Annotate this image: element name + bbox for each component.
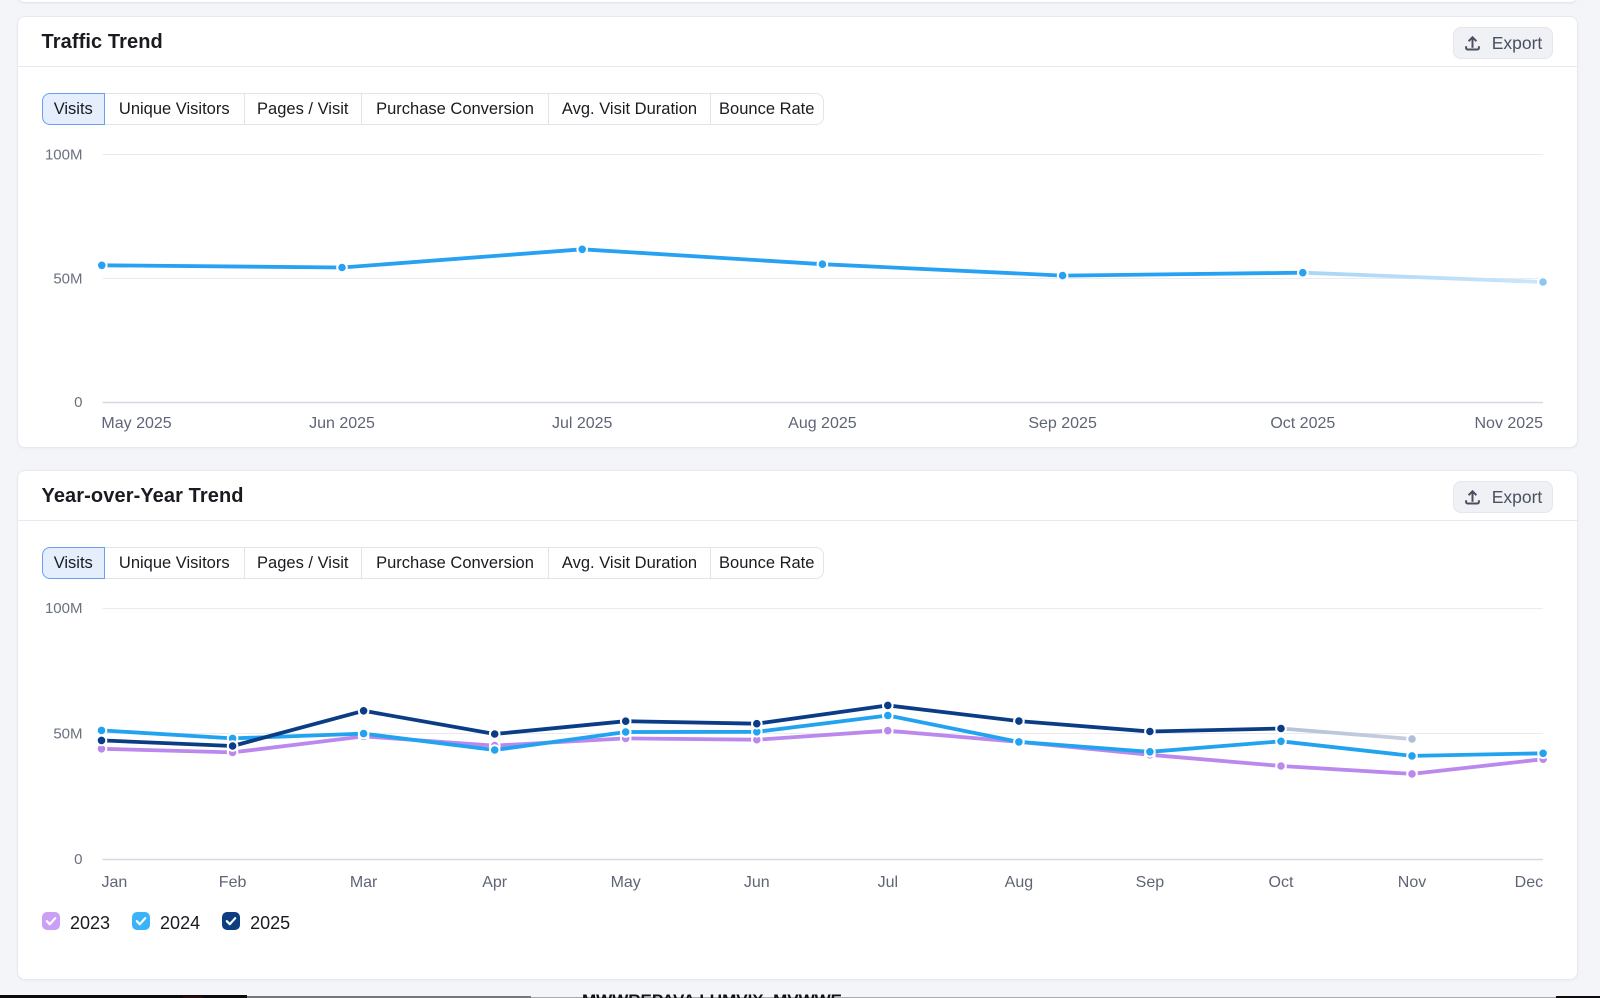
svg-text:Aug: Aug <box>1005 874 1033 891</box>
svg-text:Feb: Feb <box>219 874 247 891</box>
svg-text:Mar: Mar <box>350 874 378 891</box>
svg-text:100M: 100M <box>45 600 83 617</box>
svg-text:Apr: Apr <box>482 874 508 891</box>
svg-text:May: May <box>611 874 641 891</box>
svg-text:May 2025: May 2025 <box>101 415 171 432</box>
svg-text:100M: 100M <box>45 146 83 163</box>
svg-text:Dec: Dec <box>1515 874 1543 891</box>
svg-text:Jul 2025: Jul 2025 <box>552 415 613 432</box>
svg-text:Jun: Jun <box>744 874 770 891</box>
svg-text:Jan: Jan <box>102 874 128 891</box>
svg-text:Oct: Oct <box>1269 874 1294 891</box>
svg-text:Jun 2025: Jun 2025 <box>309 415 375 432</box>
svg-text:Nov: Nov <box>1398 874 1426 891</box>
svg-text:50M: 50M <box>53 271 82 288</box>
svg-text:0: 0 <box>74 394 82 411</box>
svg-text:Nov 2025: Nov 2025 <box>1475 415 1544 432</box>
svg-text:Jul: Jul <box>878 874 898 891</box>
svg-text:Aug 2025: Aug 2025 <box>788 415 857 432</box>
svg-text:Sep: Sep <box>1136 874 1165 891</box>
svg-text:Sep 2025: Sep 2025 <box>1028 415 1097 432</box>
svg-text:50M: 50M <box>53 726 82 743</box>
svg-text:Oct 2025: Oct 2025 <box>1270 415 1335 432</box>
svg-text:0: 0 <box>74 851 82 868</box>
